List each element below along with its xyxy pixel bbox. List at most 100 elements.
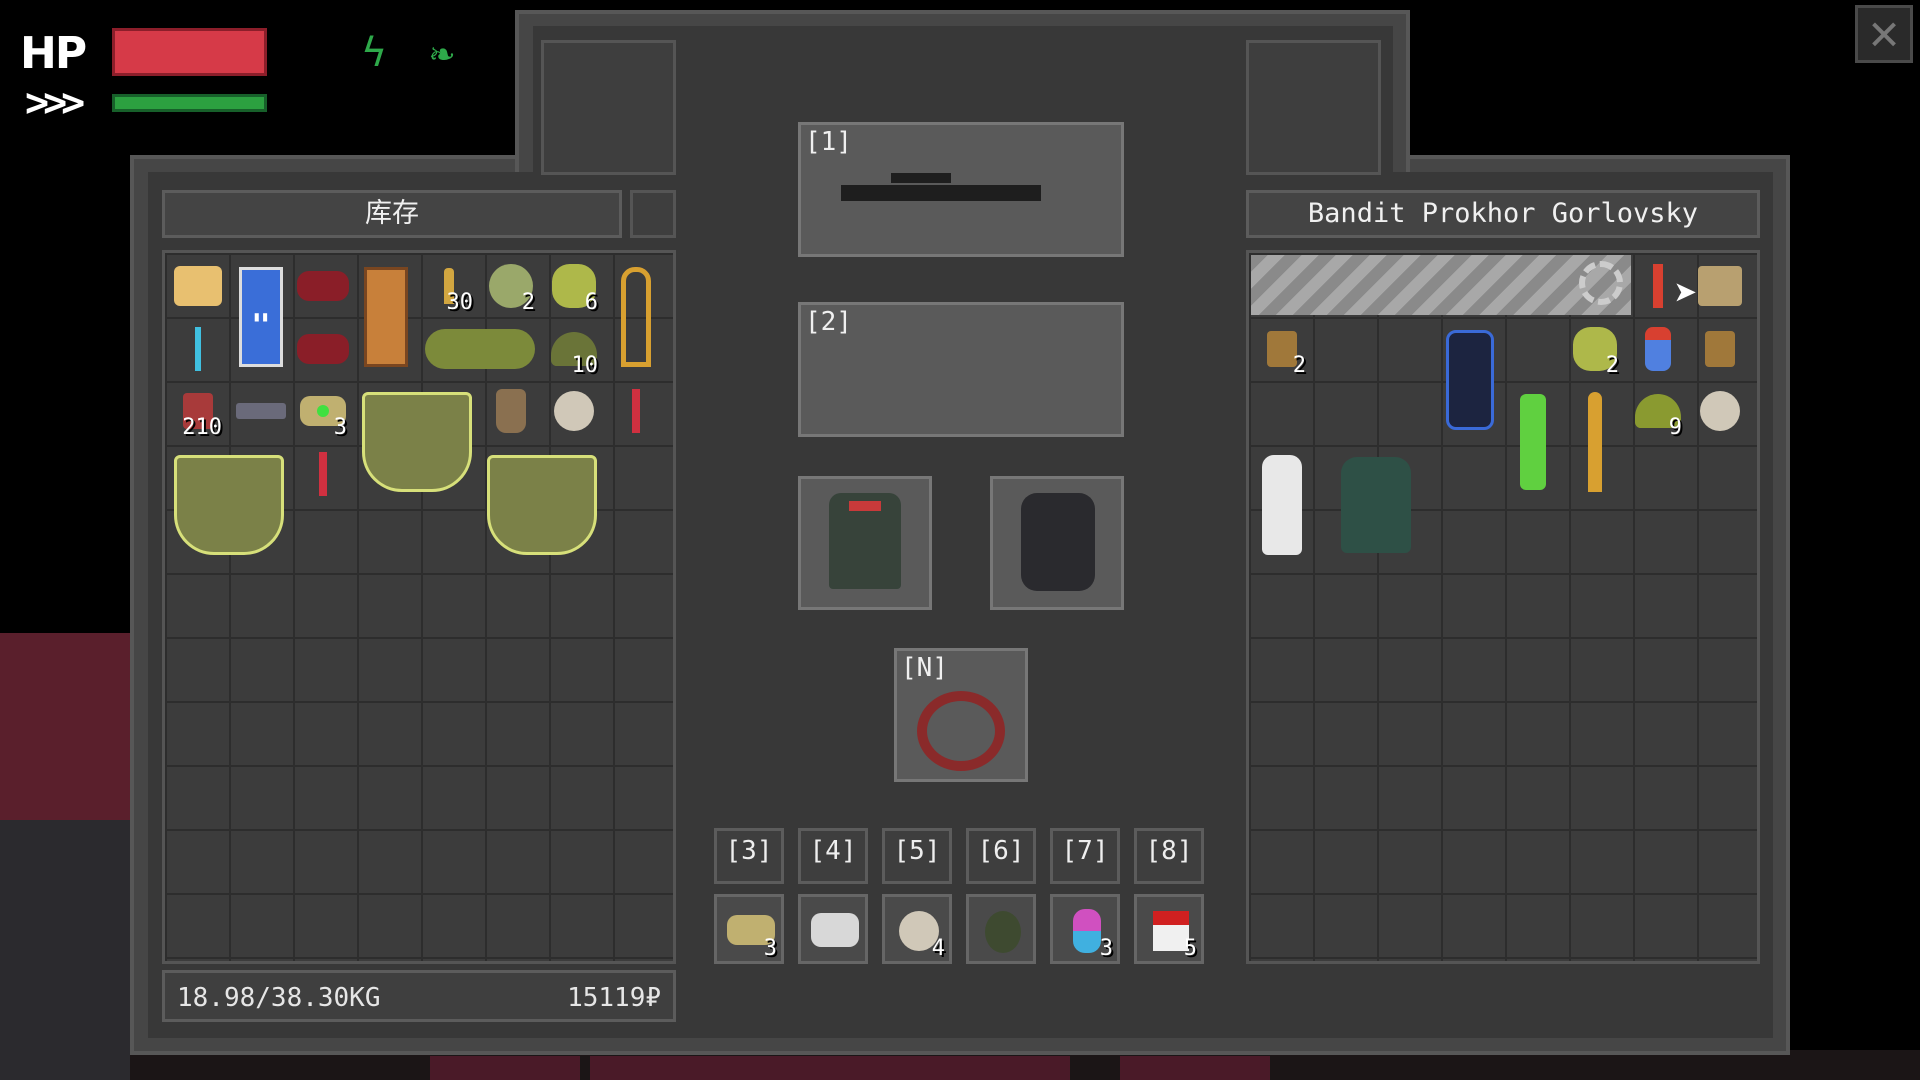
item-count: 30 [446,290,474,315]
item-count: 210 [182,415,222,440]
top-right-slot[interactable] [1246,40,1381,175]
toilet-paper-icon [554,391,594,431]
pot-icon [362,392,472,492]
sausage-2-item[interactable] [295,321,351,377]
bread-icon [174,266,222,306]
map-scroll-item[interactable] [1692,258,1748,314]
weapon-slot-2[interactable]: [2] [798,302,1124,437]
slot-2-label: [2] [805,307,852,337]
hotbar-label-7: [7] [1050,828,1120,884]
hotbar-slot-7[interactable]: 3 [1050,894,1120,964]
cabbage-item[interactable]: 2 [1567,321,1623,377]
locked-slot-row [1251,255,1631,315]
armor-slot[interactable] [798,476,932,610]
item-count: 3 [333,415,347,440]
syringe-red-item[interactable] [608,383,664,439]
hotbar-label-8: [8] [1134,828,1204,884]
spray-can-item[interactable] [1505,383,1561,501]
hotbar-label-3: [3] [714,828,784,884]
syringe-icon [632,389,640,433]
sack-icon [496,389,526,433]
sausage-icon [297,334,349,364]
backpack-icon [1021,493,1095,591]
medkit-ribbon-item[interactable] [608,258,664,376]
milk-carton-icon: ▮▮ [239,267,283,367]
mre-ration-item[interactable] [358,258,414,376]
sausage-item[interactable] [295,258,351,314]
hotbar-slot-6[interactable] [966,894,1036,964]
item-count: 5 [1183,936,1197,961]
item-count: 2 [1605,353,1619,378]
battery-item[interactable] [233,383,289,439]
item-count: 2 [1292,353,1306,378]
bottle-icon [1645,327,1671,371]
cooking-pot-2-item[interactable] [170,446,288,564]
item-count: 4 [931,936,945,961]
hotbar-slot-3[interactable]: 3 [714,894,784,964]
shotgun-shells-item[interactable]: 210 [170,383,226,439]
bread-item[interactable] [170,258,226,314]
syringe-red-2-item[interactable] [295,446,351,502]
armor-visor [849,501,881,511]
neck-slot-label: [N] [901,653,948,683]
syringe-blue-item[interactable] [170,321,226,377]
flare-icon [1653,264,1663,308]
armor-vest-item[interactable] [1317,446,1435,564]
player-inventory-title: 库存 [162,190,622,238]
grenade-icon [985,911,1021,953]
world-prop [430,1056,580,1080]
herb-bundle-item[interactable]: 6 [546,258,602,314]
canister-item[interactable] [1442,321,1498,439]
inventory-footer: 18.98/38.30KG 15119₽ [162,970,676,1022]
cooking-pot-item[interactable] [358,383,476,501]
world-props [0,820,130,1080]
shotgun-shells-2-item[interactable] [1692,321,1748,377]
green-helmet-item[interactable]: 9 [1630,383,1686,439]
weapon-slot-1[interactable]: [1] [798,122,1124,257]
spray-can-icon [1520,394,1546,490]
detector-icon [811,913,859,947]
white-bottle-item[interactable] [1254,446,1310,564]
toilet-paper-item[interactable] [546,383,602,439]
world-prop [590,1056,1070,1080]
pot-icon [174,455,284,555]
green-helmet-item[interactable]: 10 [546,321,602,377]
milk-carton-item[interactable]: ▮▮ [233,258,289,376]
battery-icon [236,403,286,419]
map-icon [1698,266,1742,306]
syringe-icon [319,452,327,496]
mre-ration-icon [364,267,408,367]
chevrons-icon: >>> [25,80,85,126]
hotbar-label-4: [4] [798,828,868,884]
water-bottle-item[interactable] [1630,321,1686,377]
neck-slot[interactable]: [N] [894,648,1028,782]
toilet-paper-icon [1700,391,1740,431]
shotgun-shells-item[interactable]: 2 [1254,321,1310,377]
cooking-pot-3-item[interactable] [483,446,601,564]
loot-container-grid[interactable]: ➤ 2 2 9 [1246,250,1760,964]
toilet-paper-item[interactable] [1692,383,1748,439]
item-count: 3 [763,936,777,961]
hotbar-slot-5[interactable]: 4 [882,894,952,964]
backpack-slot[interactable] [990,476,1124,610]
herb-pile-item[interactable] [421,321,539,377]
loot-container-title: Bandit Prokhor Gorlovsky [1246,190,1760,238]
item-count: 3 [1099,936,1113,961]
amulet-icon [917,691,1005,771]
cursor-icon: ➤ [1674,271,1699,317]
item-count: 2 [521,290,535,315]
close-button[interactable]: ✕ [1855,5,1913,63]
inventory-sort-button[interactable] [630,190,676,238]
syringe-icon [195,327,201,371]
player-inventory-grid[interactable]: ▮▮ 30 2 6 10 210 3 [162,250,676,964]
herb-pile-icon [425,329,535,369]
cabbage-item[interactable]: 2 [483,258,539,314]
knife-item[interactable] [1567,383,1623,501]
hotbar-slot-8[interactable]: 5 [1134,894,1204,964]
scanner-device-item[interactable]: 3 [295,383,351,439]
top-left-slot[interactable] [541,40,676,175]
sack-item[interactable] [483,383,539,439]
hp-bar [112,28,267,76]
hotbar-slot-4[interactable] [798,894,868,964]
rifle-ammo-item[interactable]: 30 [421,258,477,314]
